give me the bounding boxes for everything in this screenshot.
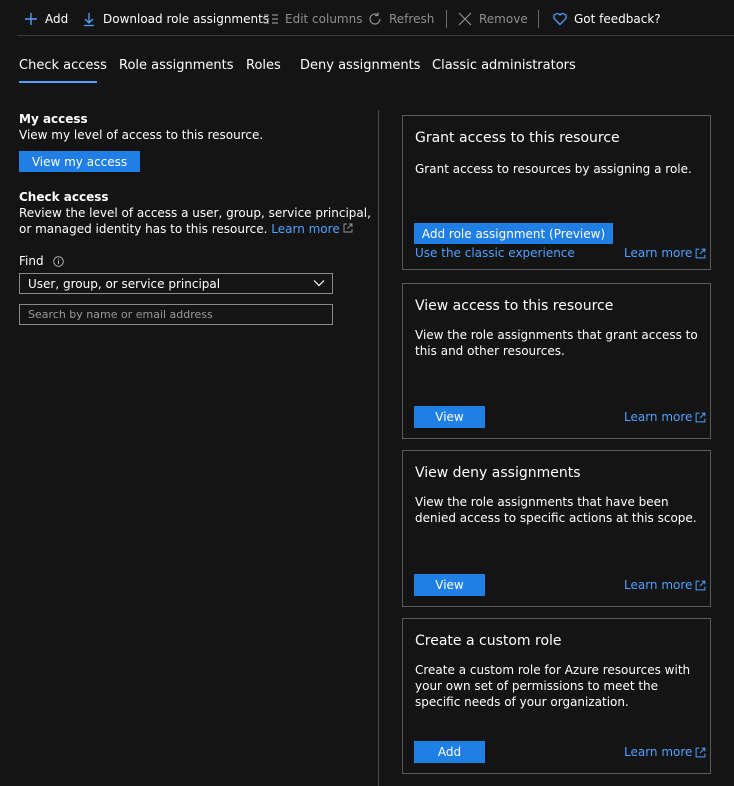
- view-my-access-button[interactable]: View my access: [19, 151, 140, 172]
- deny-learn-more-link[interactable]: Learn more: [624, 578, 706, 592]
- external-link-icon: [343, 223, 353, 233]
- deny-assignments-title: View deny assignments: [415, 465, 581, 481]
- tab-roles[interactable]: Roles: [246, 58, 281, 73]
- feedback-button[interactable]: Got feedback?: [552, 11, 661, 27]
- add-role-assignment-button[interactable]: Add role assignment (Preview): [414, 223, 613, 244]
- edit-columns-button[interactable]: Edit columns: [263, 11, 362, 27]
- command-bar: Add Download role assignments Edit colum…: [0, 0, 734, 36]
- check-access-title: Check access: [19, 190, 109, 204]
- grant-access-description: Grant access to resources by assigning a…: [415, 162, 692, 176]
- edit-columns-label: Edit columns: [285, 12, 363, 26]
- heart-icon: [552, 11, 568, 27]
- custom-role-learn-more-link[interactable]: Learn more: [624, 745, 706, 759]
- grant-access-card: Grant access to this resource Grant acce…: [402, 115, 711, 270]
- custom-role-card: Create a custom role Create a custom rol…: [402, 618, 711, 774]
- external-link-icon: [696, 248, 706, 258]
- download-role-assignments-button[interactable]: Download role assignments: [81, 11, 269, 27]
- view-access-description: View the role assignments that grant acc…: [415, 328, 698, 358]
- check-access-description-text: or managed identity has to this resource…: [19, 222, 268, 236]
- check-access-description-line1: Review the level of access a user, group…: [19, 206, 371, 220]
- search-input[interactable]: [19, 304, 333, 325]
- custom-role-description: Create a custom role for Azure resources…: [415, 663, 691, 709]
- info-icon[interactable]: [52, 255, 64, 267]
- learn-more-link[interactable]: Learn more: [271, 222, 353, 236]
- remove-label: Remove: [479, 12, 528, 26]
- my-access-description: View my level of access to this resource…: [19, 128, 264, 142]
- toolbar-divider: [17, 35, 734, 36]
- classic-experience-link[interactable]: Use the classic experience: [415, 246, 575, 260]
- my-access-title: My access: [19, 112, 88, 126]
- view-access-title: View access to this resource: [415, 298, 614, 314]
- add-custom-role-button[interactable]: Add: [414, 741, 485, 763]
- selected-tab-indicator: [19, 81, 97, 83]
- plus-icon: [23, 11, 39, 27]
- deny-assignments-description: View the role assignments that have been…: [415, 495, 697, 525]
- view-access-learn-more-link[interactable]: Learn more: [624, 410, 706, 424]
- find-label-row: Find: [19, 253, 64, 269]
- download-label: Download role assignments: [103, 12, 270, 26]
- view-access-card: View access to this resource View the ro…: [402, 283, 711, 439]
- chevron-down-icon: [313, 280, 325, 287]
- tab-classic-administrators[interactable]: Classic administrators: [432, 58, 576, 73]
- grant-learn-more-link[interactable]: Learn more: [624, 246, 706, 260]
- toolbar-separator: [538, 10, 539, 28]
- toolbar-separator: [446, 10, 447, 28]
- add-label: Add: [45, 12, 69, 26]
- panel-divider: [378, 110, 379, 786]
- view-access-button[interactable]: View: [414, 406, 485, 428]
- refresh-button[interactable]: Refresh: [367, 11, 434, 27]
- tab-role-assignments[interactable]: Role assignments: [119, 58, 234, 73]
- refresh-label: Refresh: [389, 12, 435, 26]
- external-link-icon: [696, 412, 706, 422]
- check-access-description-line2: or managed identity has to this resource…: [19, 221, 353, 237]
- find-type-select-value: User, group, or service principal: [28, 276, 221, 291]
- find-type-select[interactable]: User, group, or service principal: [19, 273, 333, 294]
- external-link-icon: [696, 580, 706, 590]
- refresh-icon: [367, 11, 383, 27]
- remove-button[interactable]: Remove: [457, 11, 528, 27]
- grant-access-title: Grant access to this resource: [415, 130, 620, 146]
- view-deny-assignments-button[interactable]: View: [414, 574, 485, 596]
- feedback-label: Got feedback?: [574, 12, 661, 26]
- tab-deny-assignments[interactable]: Deny assignments: [300, 58, 420, 73]
- external-link-icon: [696, 747, 706, 757]
- custom-role-title: Create a custom role: [415, 633, 562, 649]
- deny-assignments-card: View deny assignments View the role assi…: [402, 450, 711, 607]
- download-icon: [81, 11, 97, 27]
- close-icon: [457, 11, 473, 27]
- columns-icon: [263, 11, 279, 27]
- tab-check-access[interactable]: Check access: [19, 58, 107, 73]
- add-button[interactable]: Add: [23, 11, 68, 27]
- find-label: Find: [19, 254, 44, 268]
